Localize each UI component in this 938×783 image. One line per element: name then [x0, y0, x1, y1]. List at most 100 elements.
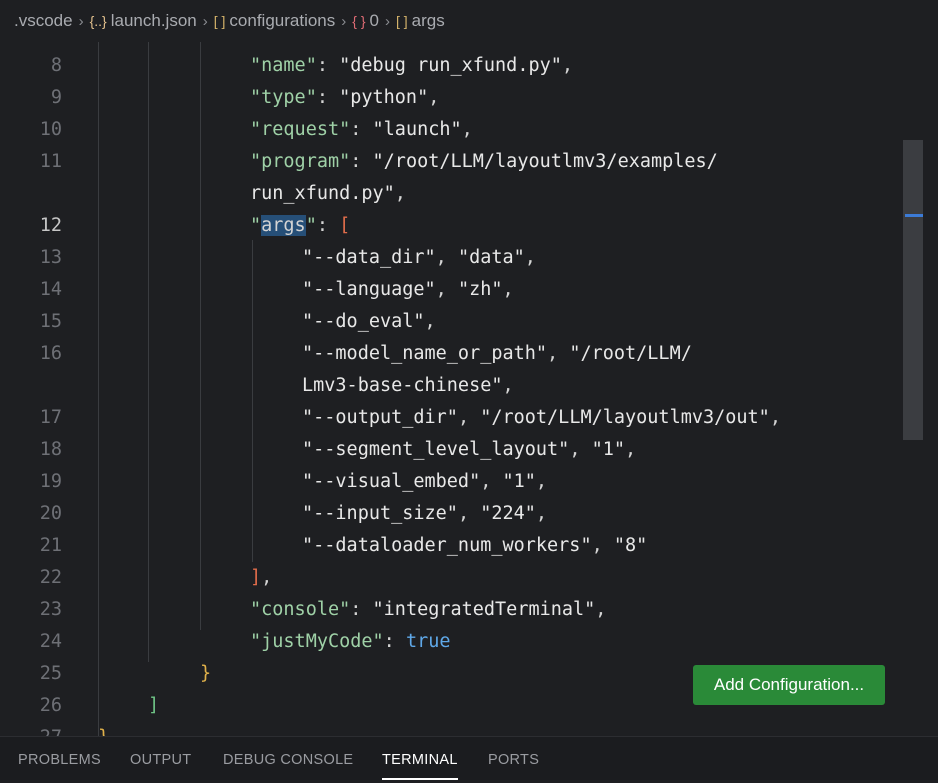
code-text: "--segment_level_layout", "1", — [302, 434, 636, 466]
code-token: : — [350, 151, 373, 172]
tab-problems[interactable]: PROBLEMS — [18, 737, 101, 780]
code-line[interactable]: 15 "--do_eval", — [0, 306, 900, 338]
code-line[interactable]: 14 "--language", "zh", — [0, 274, 900, 306]
code-token: "8" — [613, 535, 648, 556]
selected-token: args — [261, 215, 306, 236]
breadcrumb-item-0[interactable]: 0 — [370, 11, 379, 31]
code-text: run_xfund.py", — [250, 178, 406, 210]
code-line[interactable]: run_xfund.py", — [0, 178, 900, 210]
code-token: "--data_dir" — [302, 247, 436, 268]
vertical-scrollbar[interactable] — [903, 140, 923, 440]
code-token: "1" — [591, 439, 626, 460]
code-token: "/root/LLM/layoutlmv3/examples/ — [372, 151, 718, 172]
code-line[interactable]: 10 "request": "launch", — [0, 114, 900, 146]
code-token: "--visual_embed" — [302, 471, 481, 492]
code-token: , — [461, 119, 473, 140]
code-token: "/root/LLM/layoutlmv3/out" — [480, 407, 770, 428]
line-number: 15 — [39, 311, 62, 332]
code-token: , — [535, 503, 548, 524]
breadcrumb-item-configurations[interactable]: configurations — [229, 11, 335, 31]
code-token: "justMyCode" — [250, 631, 384, 652]
code-token: "zh" — [457, 279, 503, 300]
chevron-right-icon: › — [384, 12, 390, 30]
code-line[interactable]: 21 "--dataloader_num_workers", "8" — [0, 530, 900, 562]
code-token: ] — [148, 695, 160, 716]
code-token: , — [428, 87, 440, 108]
code-token: " — [250, 215, 262, 236]
code-token: : — [350, 119, 373, 140]
code-token: "/root/LLM/ — [569, 343, 692, 364]
code-line[interactable]: 8 "name": "debug run_xfund.py", — [0, 50, 900, 82]
code-line[interactable]: Lmv3-base-chinese", — [0, 370, 900, 402]
code-token: , — [435, 247, 458, 268]
code-text: Lmv3-base-chinese", — [302, 370, 514, 402]
code-token: [ — [339, 215, 351, 236]
code-text: "name": "debug run_xfund.py", — [250, 50, 573, 82]
code-token: : — [316, 87, 340, 108]
code-token: "--segment_level_layout" — [302, 439, 570, 460]
code-line[interactable]: 24 "justMyCode": true — [0, 626, 900, 658]
tab-output[interactable]: OUTPUT — [130, 737, 191, 780]
panel-tab-bar: PROBLEMS OUTPUT DEBUG CONSOLE TERMINAL P… — [0, 736, 938, 780]
breadcrumb: .vscode › {..} launch.json › [ ] configu… — [0, 0, 938, 42]
code-line[interactable]: 27} — [0, 722, 900, 736]
code-token: , — [625, 439, 637, 460]
line-number: 20 — [39, 503, 62, 524]
code-token: "1" — [502, 471, 536, 492]
code-token: "--do_eval" — [302, 311, 425, 332]
code-token: ] — [250, 567, 262, 588]
code-token: : — [316, 55, 340, 76]
line-number: 27 — [0, 722, 62, 736]
code-editor[interactable]: 8 "name": "debug run_xfund.py", 9 "type": "… — [0, 42, 938, 736]
code-text: "--do_eval", — [302, 306, 436, 338]
code-token: "debug run_xfund.py" — [339, 55, 562, 76]
add-configuration-button[interactable]: Add Configuration... — [693, 665, 885, 705]
line-number: 22 — [39, 567, 62, 588]
code-token: "--input_size" — [302, 503, 458, 524]
code-line[interactable]: 22], — [0, 562, 900, 594]
code-line[interactable]: 11 "program": "/root/LLM/layoutlmv3/examp… — [0, 146, 900, 178]
code-line[interactable]: 16 "--model_name_or_path", "/root/LLM/ — [0, 338, 900, 370]
chevron-right-icon: › — [202, 12, 208, 30]
code-text: "justMyCode": true — [250, 626, 451, 658]
line-number: 24 — [39, 631, 62, 652]
code-line[interactable]: 19 "--visual_embed", "1", — [0, 466, 900, 498]
code-token: "--model_name_or_path" — [302, 343, 548, 364]
code-text: "--model_name_or_path", "/root/LLM/ — [302, 338, 692, 370]
code-token: , — [547, 343, 570, 364]
code-token: , — [457, 407, 481, 428]
code-line[interactable]: 9 "type": "python", — [0, 82, 900, 114]
code-token: , — [535, 471, 548, 492]
code-token: , — [561, 55, 574, 76]
code-text: ], — [250, 562, 272, 594]
code-line[interactable]: 18 "--segment_level_layout", "1", — [0, 434, 900, 466]
code-line[interactable]: 23 "console": "integratedTerminal", — [0, 594, 900, 626]
tab-debug-console[interactable]: DEBUG CONSOLE — [223, 737, 353, 780]
code-line[interactable]: 12 "args": [ — [0, 210, 900, 242]
breadcrumb-item-args[interactable]: args — [412, 11, 445, 31]
code-token: "type" — [250, 87, 317, 108]
tab-ports[interactable]: PORTS — [488, 737, 539, 780]
breadcrumb-item-vscode[interactable]: .vscode — [14, 11, 73, 31]
scrollbar-cursor-marker — [905, 214, 923, 217]
code-token: "launch" — [372, 119, 462, 140]
code-token: "python" — [339, 87, 429, 108]
code-text: "--data_dir", "data", — [302, 242, 536, 274]
code-token: : — [316, 215, 340, 236]
code-line[interactable]: 17 "--output_dir", "/root/LLM/layoutlmv3/… — [0, 402, 900, 434]
code-token: Lmv3-base-chinese" — [302, 375, 503, 396]
code-line[interactable]: 20 "--input_size", "224", — [0, 498, 900, 530]
code-line[interactable]: 13 "--data_dir", "data", — [0, 242, 900, 274]
line-number: 8 — [50, 55, 62, 76]
code-token: } — [98, 727, 109, 736]
breadcrumb-item-launch-json[interactable]: launch.json — [111, 11, 197, 31]
code-token: , — [435, 279, 458, 300]
tab-terminal[interactable]: TERMINAL — [382, 737, 458, 780]
array-icon: [ ] — [213, 13, 226, 29]
code-token: "request" — [250, 119, 351, 140]
code-token: , — [591, 535, 614, 556]
code-token: "--language" — [302, 279, 436, 300]
chevron-right-icon: › — [341, 12, 347, 30]
code-token: , — [502, 279, 514, 300]
line-number: 25 — [39, 663, 62, 684]
